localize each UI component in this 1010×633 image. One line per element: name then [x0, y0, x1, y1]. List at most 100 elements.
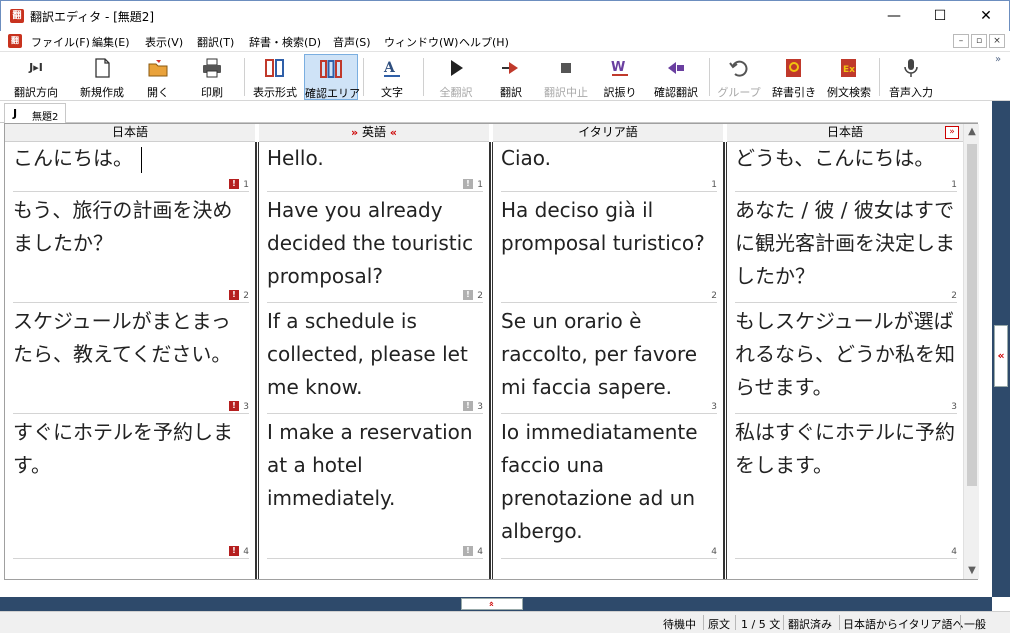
voice-input-button[interactable]: 音声入力: [884, 54, 938, 100]
segment-number: 4: [477, 547, 483, 557]
new-document-button[interactable]: 新規作成: [74, 54, 130, 100]
right-pane-splitter[interactable]: «: [992, 101, 1010, 597]
back-translation-column[interactable]: どうも、こんにちは。 1 あなた / 彼 / 彼女はすでに観光客計画を決定しまし…: [727, 142, 963, 579]
source-segment[interactable]: スケジュールがまとまったら、教えてください。 ! 3: [13, 305, 249, 414]
vertical-scrollbar[interactable]: ▲ ▼: [963, 124, 979, 579]
segment-text[interactable]: Hello.: [267, 142, 483, 175]
mdi-minimize-button[interactable]: –: [953, 34, 969, 48]
segment-text[interactable]: すぐにホテルを予約します。: [13, 416, 249, 482]
language-code: J: [13, 107, 18, 120]
translate-button[interactable]: 翻訳: [488, 54, 534, 100]
segment-text[interactable]: もう、旅行の計画を決めましたか？: [13, 194, 249, 260]
back-translation-segment[interactable]: あなた / 彼 / 彼女はすでに観光客計画を決定しましたか？ 2: [735, 194, 957, 303]
warning-flag-icon: !: [229, 290, 239, 300]
back-translation-segment[interactable]: 私はすぐにホテルに予約をします。 4: [735, 416, 957, 559]
scrollbar-thumb[interactable]: [967, 144, 977, 486]
segment-text[interactable]: Have you already decided the touristic p…: [267, 194, 483, 293]
translation-direction-button[interactable]: J▸I 翻訳方向: [8, 54, 64, 100]
segment-text[interactable]: I make a reservation at a hotel immediat…: [267, 416, 483, 515]
expand-right-pane-handle[interactable]: «: [994, 325, 1008, 387]
source-segment[interactable]: こんにちは。 ! 1: [13, 142, 249, 192]
english-segment[interactable]: If a schedule is collected, please let m…: [267, 305, 483, 414]
status-separator: [839, 615, 840, 630]
word-assign-button[interactable]: W 訳振り: [598, 54, 642, 100]
info-flag-icon: !: [463, 546, 473, 556]
translate-all-button[interactable]: 全翻訳: [430, 54, 482, 100]
toolbar-label: 音声入力: [889, 86, 933, 99]
toolbar-label: 翻訳中止: [544, 86, 588, 99]
toolbar-label: 新規作成: [80, 86, 124, 99]
back-translation-segment[interactable]: どうも、こんにちは。 1: [735, 142, 957, 192]
segment-text[interactable]: あなた / 彼 / 彼女はすでに観光客計画を決定しましたか？: [735, 194, 957, 293]
toolbar-label: 印刷: [201, 86, 223, 99]
segment-text[interactable]: もしスケジュールが選ばれるなら、どうか私を知らせます。: [735, 305, 957, 404]
segment-text[interactable]: Se un orario è raccolto, per favore mi f…: [501, 305, 717, 404]
italian-segment[interactable]: Ha deciso già il promposal turistico? 2: [501, 194, 717, 303]
group-button[interactable]: グループ: [713, 54, 765, 100]
menu-dictionary-search[interactable]: 辞書・検索(D): [249, 34, 321, 50]
dictionary-lookup-button[interactable]: 辞書引き: [769, 54, 819, 100]
italian-column[interactable]: Ciao. 1 Ha deciso già il promposal turis…: [493, 142, 723, 579]
english-segment[interactable]: I make a reservation at a hotel immediat…: [267, 416, 483, 559]
scroll-down-arrow-icon[interactable]: ▼: [964, 563, 980, 579]
menu-file[interactable]: ファイル(F): [31, 34, 90, 50]
segment-number: 1: [477, 180, 483, 190]
view-format-button[interactable]: 表示形式: [249, 54, 301, 100]
scroll-up-arrow-icon[interactable]: ▲: [964, 124, 980, 140]
segment-text[interactable]: スケジュールがまとまったら、教えてください。: [13, 305, 249, 371]
open-button[interactable]: 開く: [135, 54, 181, 100]
print-button[interactable]: 印刷: [186, 54, 238, 100]
column-expand-button[interactable]: »: [945, 126, 959, 139]
open-folder-icon: [148, 60, 168, 77]
status-field: 一般: [964, 618, 986, 631]
confirm-translate-button[interactable]: 確認翻訳: [648, 54, 704, 100]
example-search-button[interactable]: Ex 例文検索: [823, 54, 875, 100]
stop-translation-button[interactable]: 翻訳中止: [538, 54, 594, 100]
segment-text[interactable]: 私はすぐにホテルに予約をします。: [735, 416, 957, 482]
font-button[interactable]: A 文字: [368, 54, 416, 100]
menu-edit[interactable]: 編集(E): [92, 34, 130, 50]
segment-text[interactable]: Ha deciso già il promposal turistico?: [501, 194, 717, 260]
mdi-restore-button[interactable]: ▫: [971, 34, 987, 48]
bottom-pane-splitter[interactable]: »: [0, 597, 992, 611]
maximize-button[interactable]: ☐: [917, 1, 963, 31]
menu-voice[interactable]: 音声(S): [333, 34, 371, 50]
menu-bar: 翻 ファイル(F) 編集(E) 表示(V) 翻訳(T) 辞書・検索(D) 音声(…: [0, 31, 1010, 51]
english-column[interactable]: Hello. ! 1 Have you already decided the …: [259, 142, 489, 579]
translation-direction-icon: J▸I: [29, 61, 43, 74]
menu-window[interactable]: ウィンドウ(W): [384, 34, 458, 50]
menu-view[interactable]: 表示(V): [145, 34, 183, 50]
source-column[interactable]: こんにちは。 ! 1 もう、旅行の計画を決めましたか？ ! 2 スケジュールがま…: [5, 142, 255, 579]
confirm-area-button[interactable]: 確認エリア: [304, 54, 360, 100]
english-segment[interactable]: Have you already decided the touristic p…: [267, 194, 483, 303]
segment-text[interactable]: こんにちは。: [13, 146, 133, 170]
segment-number: 1: [951, 180, 957, 190]
toolbar-label: 確認エリア: [305, 87, 360, 100]
document-menu-icon[interactable]: 翻: [8, 34, 22, 48]
new-document-icon: [95, 58, 110, 78]
menu-translate[interactable]: 翻訳(T): [197, 34, 234, 50]
svg-text:A: A: [383, 60, 396, 76]
source-segment[interactable]: すぐにホテルを予約します。 ! 4: [13, 416, 249, 559]
menu-help[interactable]: ヘルプ(H): [459, 34, 509, 50]
italian-segment[interactable]: Se un orario è raccolto, per favore mi f…: [501, 305, 717, 414]
minimize-button[interactable]: —: [871, 1, 917, 31]
segment-text[interactable]: Ciao.: [501, 142, 717, 175]
toolbar-overflow-button[interactable]: »: [995, 54, 1001, 65]
expand-column-arrow[interactable]: »: [351, 126, 358, 139]
back-translation-segment[interactable]: もしスケジュールが選ばれるなら、どうか私を知らせます。 3: [735, 305, 957, 414]
close-button[interactable]: ✕: [963, 1, 1009, 31]
mdi-close-button[interactable]: ×: [989, 34, 1005, 48]
segment-text[interactable]: どうも、こんにちは。: [735, 142, 957, 175]
translate-icon: [502, 62, 518, 74]
collapse-column-arrow[interactable]: «: [390, 126, 397, 139]
italian-segment[interactable]: Ciao. 1: [501, 142, 717, 192]
source-segment[interactable]: もう、旅行の計画を決めましたか？ ! 2: [13, 194, 249, 303]
expand-bottom-pane-handle[interactable]: »: [461, 598, 523, 610]
segment-text[interactable]: If a schedule is collected, please let m…: [267, 305, 483, 404]
italian-segment[interactable]: Io immediatamente faccio una prenotazion…: [501, 416, 717, 559]
info-flag-icon: !: [463, 179, 473, 189]
english-segment[interactable]: Hello. ! 1: [267, 142, 483, 192]
segment-text[interactable]: Io immediatamente faccio una prenotazion…: [501, 416, 717, 548]
document-tab[interactable]: J 無題2: [4, 103, 66, 123]
